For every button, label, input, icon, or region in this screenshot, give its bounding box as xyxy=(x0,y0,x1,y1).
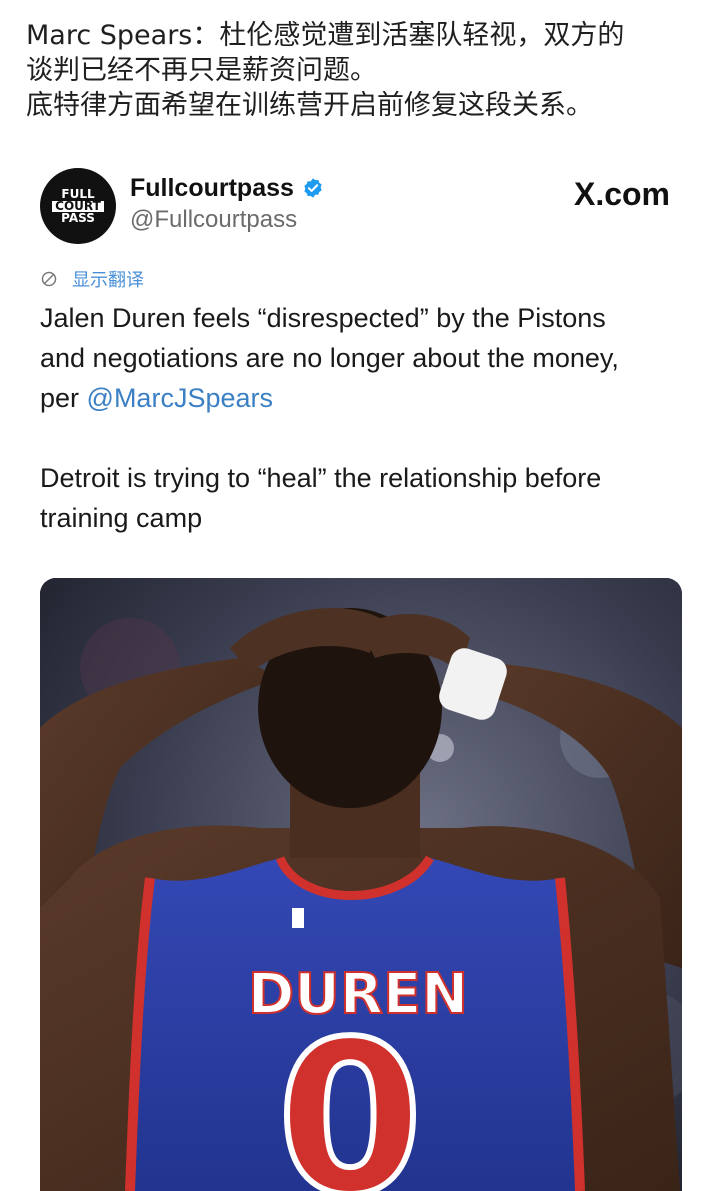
tweet-body-line: per @MarcJSpears xyxy=(40,378,690,418)
avatar[interactable]: FULL COURT PASS xyxy=(40,168,116,244)
tweet-body-line: Jalen Duren feels “disrespected” by the … xyxy=(40,303,606,333)
tweet-photo[interactable]: DUREN 0 xyxy=(40,578,682,1191)
account-name[interactable]: Fullcourtpass xyxy=(130,174,294,203)
post-text: Marc Spears：杜伦感觉遭到活塞队轻视，双方的 谈判已经不再只是薪资问题… xyxy=(26,18,706,123)
embedded-tweet-card[interactable]: FULL COURT PASS Fullcourtpass @Fullcourt… xyxy=(0,150,720,1191)
fullcourtpass-logo: FULL COURT PASS xyxy=(40,168,116,244)
account-handle[interactable]: @Fullcourtpass xyxy=(130,206,297,234)
verified-badge-icon xyxy=(304,178,322,198)
player-photo-illustration: DUREN 0 xyxy=(40,578,682,1191)
tweet-body-line: and negotiations are no longer about the… xyxy=(40,343,619,373)
x-com-label: X.com xyxy=(573,176,670,212)
translate-globe-icon xyxy=(41,271,57,287)
show-translation-link[interactable]: 显示翻译 xyxy=(40,266,144,292)
show-translation-label[interactable]: 显示翻译 xyxy=(72,266,144,292)
mention-link[interactable]: @MarcJSpears xyxy=(87,383,273,413)
post-text-line: 谈判已经不再只是薪资问题。 xyxy=(26,55,377,86)
tweet-body-line: training camp xyxy=(40,503,203,533)
jersey-number: 0 xyxy=(277,996,423,1191)
tweet-body-line: Detroit is trying to “heal” the relation… xyxy=(40,463,602,493)
tweet-body: Jalen Duren feels “disrespected” by the … xyxy=(40,298,690,538)
post-text-line: Marc Spears：杜伦感觉遭到活塞队轻视，双方的 xyxy=(26,20,625,51)
post-text-line: 底特律方面希望在训练营开启前修复这段关系。 xyxy=(26,90,593,121)
tweet-body-prefix: per xyxy=(40,383,87,413)
